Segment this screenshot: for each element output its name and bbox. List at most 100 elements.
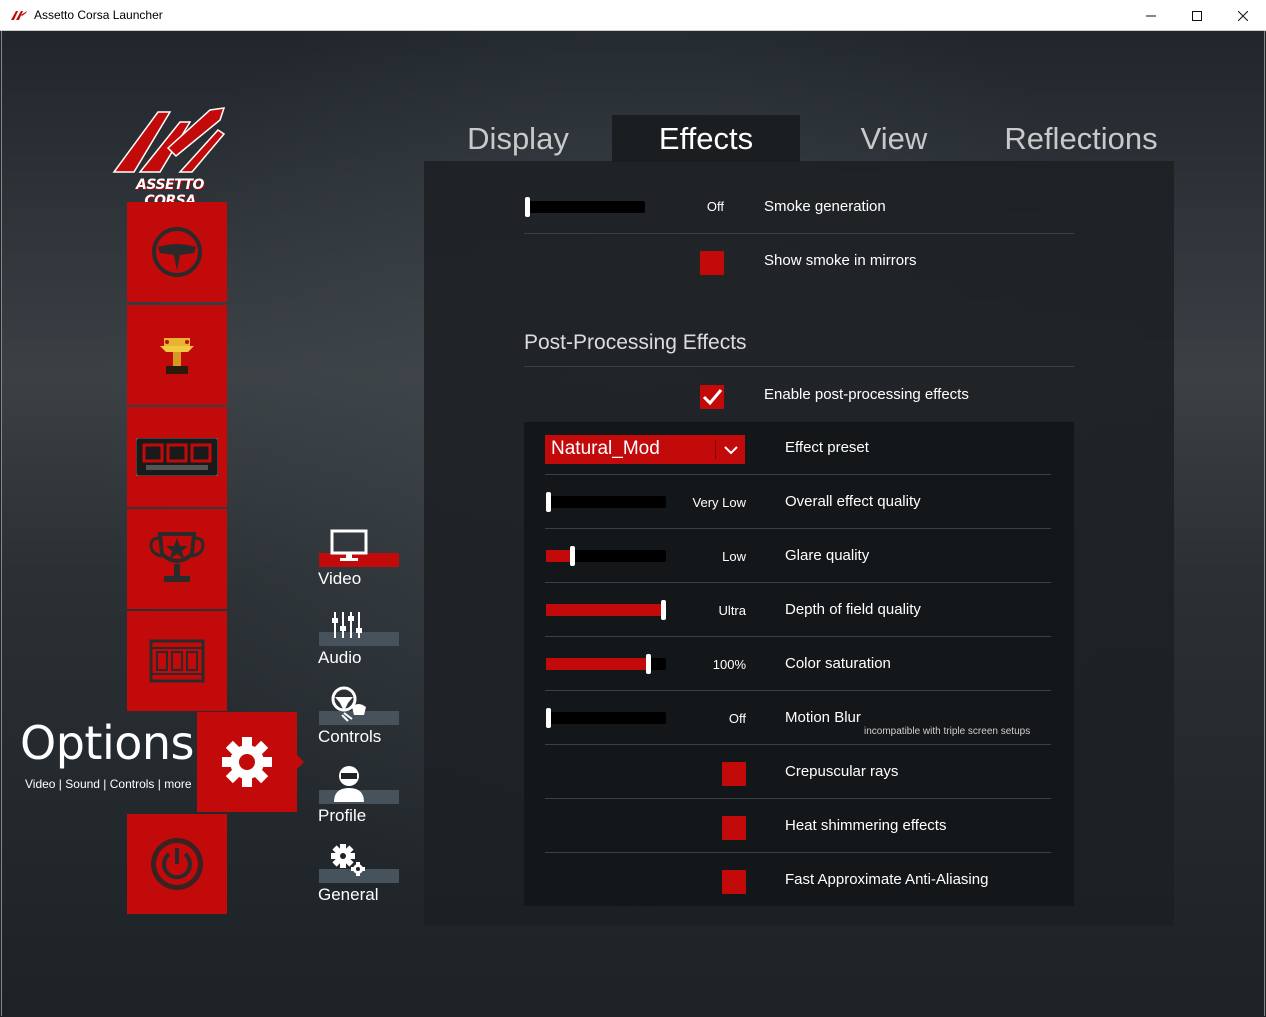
separator: [545, 528, 1051, 529]
tab-display[interactable]: Display: [424, 115, 612, 162]
separator: [545, 636, 1051, 637]
motion-blur-thumb[interactable]: [546, 708, 551, 728]
separator: [545, 582, 1051, 583]
color-saturation-value: 100%: [712, 657, 746, 672]
dof-quality-label: Depth of field quality: [785, 601, 921, 618]
window-controls: [1128, 0, 1266, 31]
enable-post-processing-label: Enable post-processing effects: [764, 386, 969, 403]
main-menu-exit-tile[interactable]: [127, 814, 227, 914]
heat-shimmering-checkbox[interactable]: [722, 816, 746, 840]
submenu-profile-label: Profile: [318, 806, 367, 825]
gears-icon: [331, 844, 365, 876]
mixer-icon: [332, 612, 362, 638]
main-menu-replay-tile[interactable]: [127, 611, 227, 711]
maximize-button[interactable]: [1174, 0, 1220, 31]
tab-view[interactable]: View: [800, 115, 988, 162]
smoke-in-mirrors-label: Show smoke in mirrors: [764, 252, 917, 269]
fxaa-label: Fast Approximate Anti-Aliasing: [785, 871, 989, 888]
separator: [524, 233, 1074, 234]
color-saturation-fill: [546, 658, 648, 670]
crepuscular-rays-label: Crepuscular rays: [785, 763, 899, 780]
separator: [545, 798, 1051, 799]
chevron-down-icon: [724, 446, 738, 455]
enable-post-processing-checkbox[interactable]: [700, 385, 724, 409]
main-menu-srs-tile[interactable]: [127, 407, 227, 507]
glare-quality-value: Low: [722, 549, 746, 564]
smoke-generation-thumb[interactable]: [525, 197, 530, 217]
separator: [545, 690, 1051, 691]
motion-blur-label: Motion Blur: [785, 709, 861, 726]
assetto-corsa-app-icon: [11, 11, 27, 20]
motion-blur-note: incompatible with triple screen setups: [864, 726, 1031, 737]
section-subtitle: Video | Sound | Controls | more: [25, 777, 192, 791]
dof-quality-slider[interactable]: [546, 600, 666, 620]
color-saturation-label: Color saturation: [785, 655, 891, 672]
tab-effects[interactable]: Effects: [612, 115, 800, 162]
main-menu-drive-tile[interactable]: [127, 202, 227, 302]
submenu-controls-label: Controls: [318, 727, 382, 746]
minimize-button[interactable]: [1128, 0, 1174, 31]
submenu-audio-label: Audio: [318, 648, 362, 667]
ac-logo-emblem-icon: [112, 107, 226, 173]
submenu-audio[interactable]: Audio: [318, 606, 400, 668]
submenu-video[interactable]: Video: [318, 527, 400, 589]
dof-quality-value: Ultra: [718, 603, 746, 618]
smoke-generation-value: Off: [706, 199, 724, 214]
separator: [545, 852, 1051, 853]
overall-quality-label: Overall effect quality: [785, 493, 921, 510]
power-icon: [151, 838, 203, 890]
separator: [545, 474, 1051, 475]
effect-preset-dropdown[interactable]: Natural_Mod: [545, 435, 745, 464]
minimize-icon: [1146, 15, 1156, 16]
submenu-general[interactable]: General: [318, 843, 400, 905]
submenu-profile[interactable]: Profile: [318, 764, 400, 826]
controls-icon: [331, 686, 366, 722]
glare-quality-label: Glare quality: [785, 547, 870, 564]
maximize-icon: [1192, 10, 1202, 21]
driver-icon: [334, 766, 364, 802]
effect-preset-value: Natural_Mod: [551, 438, 660, 459]
main-menu-championship-tile[interactable]: [127, 509, 227, 609]
motion-blur-value: Off: [728, 711, 746, 726]
tab-reflections[interactable]: Reflections: [988, 115, 1174, 162]
effect-preset-label: Effect preset: [785, 439, 869, 456]
window-titlebar: Assetto Corsa Launcher: [0, 0, 1266, 31]
main-menu-career-tile[interactable]: [127, 305, 227, 405]
submenu-general-label: General: [318, 885, 379, 904]
motion-blur-slider[interactable]: [546, 708, 666, 728]
heat-shimmering-label: Heat shimmering effects: [785, 817, 947, 834]
crepuscular-rays-checkbox[interactable]: [722, 762, 746, 786]
steering-wheel-icon: [152, 227, 202, 277]
active-pointer: [297, 755, 304, 769]
dropdown-divider: [715, 440, 716, 459]
close-icon: [1238, 10, 1248, 21]
glare-quality-thumb[interactable]: [570, 546, 575, 566]
smoke-generation-slider[interactable]: [525, 197, 645, 217]
separator: [545, 744, 1051, 745]
glare-quality-fill: [546, 550, 572, 562]
championship-trophy-icon: [149, 532, 205, 582]
film-reel-icon: [149, 639, 205, 683]
separator: [524, 366, 1074, 367]
overall-quality-value: Very Low: [692, 495, 746, 510]
color-saturation-slider[interactable]: [546, 654, 666, 674]
dof-quality-thumb[interactable]: [661, 600, 666, 620]
smoke-in-mirrors-checkbox[interactable]: [700, 251, 724, 275]
gear-icon: [222, 737, 272, 787]
glare-quality-slider[interactable]: [546, 546, 666, 566]
submenu-controls[interactable]: Controls: [318, 685, 400, 747]
section-title: Options: [20, 716, 195, 770]
overall-quality-thumb[interactable]: [546, 492, 551, 512]
assetto-corsa-logo: ASSETTO CORSA: [110, 100, 230, 209]
close-button[interactable]: [1220, 0, 1266, 31]
trophy-car-icon: [160, 338, 194, 374]
color-saturation-thumb[interactable]: [646, 654, 651, 674]
overall-quality-slider[interactable]: [546, 492, 666, 512]
fxaa-checkbox[interactable]: [722, 870, 746, 894]
dof-quality-fill: [546, 604, 666, 616]
submenu-video-label: Video: [318, 569, 362, 588]
srs-logo-icon: [136, 438, 218, 476]
main-menu-options-tile[interactable]: [197, 712, 304, 812]
checkmark-icon: [702, 389, 723, 406]
window-title: Assetto Corsa Launcher: [34, 8, 163, 22]
